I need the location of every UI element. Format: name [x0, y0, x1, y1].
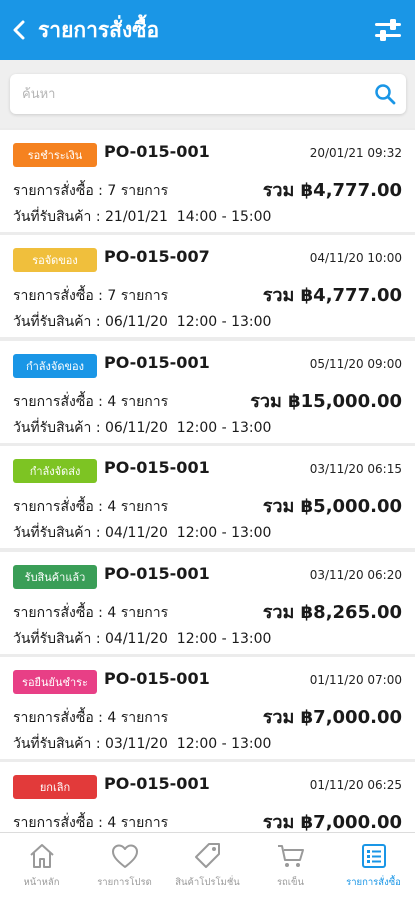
order-date: 05/11/20 09:00 [309, 356, 402, 371]
tab-promotions-label: สินค้าโปรโมชั่น [175, 877, 240, 888]
delivery-time: วันที่รับสินค้า : 21/01/21 14:00 - 15:00 [13, 209, 272, 225]
tab-orders-label: รายการสั่งซื้อ [346, 877, 401, 888]
item-count: รายการสั่งซื้อ : 4 รายการ [13, 604, 169, 621]
sliders-icon [375, 19, 401, 41]
tab-cart-label: รถเข็น [276, 877, 305, 888]
chevron-left-icon [13, 20, 25, 40]
order-total: รวม ฿8,265.00 [262, 601, 402, 623]
order-number: PO-015-001 [104, 458, 210, 478]
item-count: รายการสั่งซื้อ : 7 รายการ [13, 183, 169, 199]
search-box [10, 74, 406, 114]
delivery-time: วันที่รับสินค้า : 04/11/20 12:00 - 13:00 [13, 525, 272, 542]
order-total: รวม ฿4,777.00 [262, 285, 402, 307]
delivery-time: วันที่รับสินค้า : 06/11/20 12:00 - 13:00 [13, 314, 272, 331]
tab-favorites[interactable]: รายการโปรด [83, 833, 166, 900]
order-total: รวม ฿7,000.00 [262, 706, 402, 728]
item-count: รายการสั่งซื้อ : 7 รายการ [13, 288, 169, 305]
status-badge: รับสินค้าแล้ว [13, 564, 97, 589]
item-count: รายการสั่งซื้อ : 4 รายการ [13, 393, 169, 410]
item-count: รายการสั่งซื้อ : 4 รายการ [13, 499, 169, 516]
delivery-time: วันที่รับสินค้า : 04/11/20 12:00 - 13:00 [13, 630, 272, 647]
heart-icon [111, 844, 138, 868]
app: รายการสั่งซื้อ รอชำระเงิน PO-015-001 20/… [0, 0, 415, 900]
order-date: 04/11/20 10:00 [309, 251, 402, 266]
status-badge: กำลังจัดส่ง [13, 459, 97, 484]
tab-promotions[interactable]: สินค้าโปรโมชั่น [166, 833, 249, 900]
item-count: รายการสั่งซื้อ : 4 รายการ [13, 709, 169, 726]
search-input[interactable] [22, 74, 362, 114]
order-card[interactable]: รอยืนยันชำระ PO-015-001 01/11/20 07:00 ร… [0, 656, 415, 759]
order-total: รวม ฿5,000.00 [262, 496, 402, 518]
delivery-time: วันที่รับสินค้า : 06/11/20 12:00 - 13:00 [13, 419, 272, 436]
search-icon[interactable] [374, 83, 396, 105]
tab-orders[interactable]: รายการสั่งซื้อ [332, 833, 415, 900]
tag-icon [194, 843, 220, 868]
order-number: PO-015-001 [104, 563, 210, 583]
search-bar [0, 60, 415, 128]
status-badge: ยกเลิก [13, 775, 97, 800]
order-date: 03/11/20 06:20 [309, 567, 402, 582]
order-card[interactable]: รับสินค้าแล้ว PO-015-001 03/11/20 06:20 … [0, 551, 415, 654]
status-badge: รอยืนยันชำระ [13, 669, 97, 694]
status-badge: รอชำระเงิน [13, 143, 97, 167]
order-card[interactable]: กำลังจัดส่ง PO-015-001 03/11/20 06:15 รา… [0, 446, 415, 549]
order-card[interactable]: ยกเลิก PO-015-001 01/11/20 06:25 รายการส… [0, 762, 415, 832]
delivery-time: วันที่รับสินค้า : 03/11/20 12:00 - 13:00 [13, 735, 272, 752]
filter-button[interactable] [373, 16, 403, 44]
status-badge: กำลังจัดของ [13, 353, 97, 378]
tab-cart[interactable]: รถเข็น [249, 833, 332, 900]
tab-home-label: หน้าหลัก [23, 877, 60, 888]
order-total: รวม ฿7,000.00 [262, 812, 402, 832]
cart-icon [277, 845, 304, 867]
page-title: รายการสั่งซื้อ [38, 17, 160, 42]
back-button[interactable] [2, 0, 36, 60]
order-date: 01/11/20 06:25 [309, 778, 402, 793]
order-number: PO-015-007 [104, 247, 210, 267]
order-number: PO-015-001 [104, 774, 210, 794]
order-date: 20/01/21 09:32 [309, 146, 402, 160]
tab-favorites-label: รายการโปรด [97, 877, 152, 888]
order-card[interactable]: รอชำระเงิน PO-015-001 20/01/21 09:32 ราย… [0, 130, 415, 232]
order-number: PO-015-001 [104, 352, 210, 372]
order-list-icon [361, 844, 386, 868]
order-card[interactable]: รอจัดของ PO-015-007 04/11/20 10:00 รายกา… [0, 235, 415, 338]
order-total: รวม ฿15,000.00 [250, 390, 402, 412]
order-card[interactable]: กำลังจัดของ PO-015-001 05/11/20 09:00 รา… [0, 340, 415, 443]
order-date: 03/11/20 06:15 [309, 462, 402, 477]
bottom-tab-bar: หน้าหลัก รายการโปรด สินค้าโปรโมชั่น รถเข… [0, 832, 415, 900]
app-header: รายการสั่งซื้อ [0, 0, 415, 60]
order-list: รอชำระเงิน PO-015-001 20/01/21 09:32 ราย… [0, 130, 415, 832]
home-icon [29, 844, 54, 868]
status-badge: รอจัดของ [13, 248, 97, 273]
order-number: PO-015-001 [104, 142, 210, 161]
order-date: 01/11/20 07:00 [309, 672, 402, 687]
item-count: รายการสั่งซื้อ : 4 รายการ [13, 815, 169, 832]
order-total: รวม ฿4,777.00 [262, 180, 402, 201]
tab-home[interactable]: หน้าหลัก [0, 833, 83, 900]
order-number: PO-015-001 [104, 668, 210, 688]
